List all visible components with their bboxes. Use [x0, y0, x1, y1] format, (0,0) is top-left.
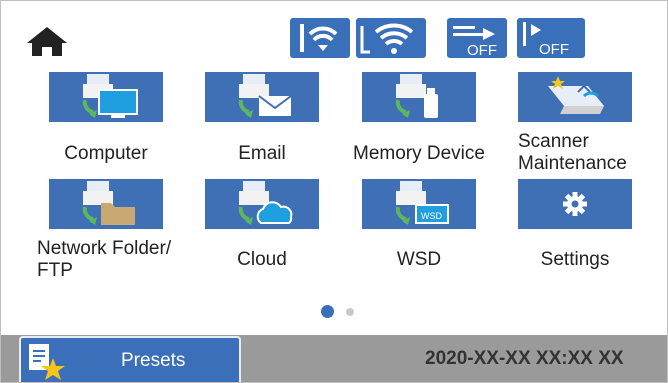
memory-device-scan-icon: [395, 74, 438, 118]
page-indicator: [321, 305, 361, 319]
presets-star-icon: [29, 344, 65, 380]
network-folder-tile[interactable]: [49, 179, 163, 229]
computer-scan-icon: [82, 74, 138, 118]
wifi-icon[interactable]: [356, 18, 426, 58]
home-icon[interactable]: [25, 25, 69, 57]
scan-menu-screen: OFF OFF Computer Email Memory Device Sca…: [0, 0, 668, 383]
tile-label-ftp: FTP: [37, 260, 73, 281]
page-dot-inactive[interactable]: [346, 308, 354, 316]
cloud-tile[interactable]: [205, 179, 319, 229]
scanner-maintenance-icon: [548, 76, 604, 114]
tile-label-network-folder: Network Folder/: [37, 238, 172, 259]
data-transfer-off-icon[interactable]: OFF: [447, 18, 507, 59]
page-dot-active[interactable]: [321, 305, 334, 318]
wsd-tile[interactable]: WSD: [362, 179, 476, 229]
off-label: OFF: [467, 42, 497, 58]
email-tile[interactable]: [205, 72, 319, 122]
top-status-bar: OFF OFF: [1, 1, 667, 63]
settings-tile[interactable]: [518, 179, 632, 229]
tile-label-memory-device: Memory Device: [353, 143, 485, 164]
cloud-scan-icon: [238, 181, 293, 225]
computer-tile[interactable]: [49, 72, 163, 122]
settings-gear-icon: [563, 192, 587, 216]
tile-label-cloud: Cloud: [237, 249, 287, 270]
tile-label-scanner: Scanner: [518, 131, 589, 152]
wsd-badge: WSD: [421, 211, 442, 221]
presets-label: Presets: [121, 350, 186, 371]
tile-label-settings: Settings: [540, 249, 610, 270]
tile-label-email: Email: [238, 143, 286, 164]
tile-label-computer: Computer: [64, 143, 148, 164]
scanner-maintenance-tile[interactable]: [518, 72, 632, 122]
wsd-scan-icon: WSD: [395, 181, 449, 225]
memory-device-tile[interactable]: [362, 72, 476, 122]
tile-label-wsd: WSD: [396, 249, 442, 270]
presets-button[interactable]: Presets: [19, 336, 241, 382]
wifi-direct-icon[interactable]: [290, 18, 350, 58]
tile-label-maintenance: Maintenance: [518, 153, 627, 174]
datetime-display: 2020-XX-XX XX:XX XX: [425, 348, 624, 369]
off-label: OFF: [539, 41, 569, 58]
ethernet-off-icon[interactable]: OFF: [517, 18, 585, 58]
network-folder-icon: [82, 181, 135, 225]
email-scan-icon: [238, 74, 292, 118]
